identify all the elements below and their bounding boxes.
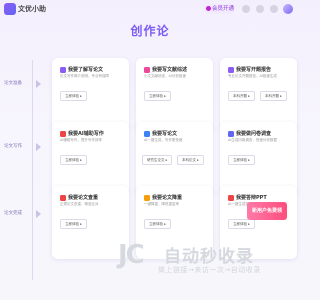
watermark-logo: JC	[118, 240, 145, 270]
app-logo-icon[interactable]	[4, 3, 16, 15]
card-title: 我要写文献综述	[152, 67, 188, 73]
app-name[interactable]: 文优小助	[18, 4, 46, 14]
timeline-label-writing: 论文写作	[4, 144, 22, 149]
card-desc: 正规论文查重，精准比对	[60, 202, 99, 206]
card-icon	[228, 195, 234, 201]
card-title: 我要写开题报告	[236, 67, 272, 73]
card-literature-review[interactable]: 我要写文献综述 小文文献综述，AI分析极速 立即体验 ▸	[136, 58, 213, 131]
proposal-button-2[interactable]: 本科开题 ▸	[260, 91, 287, 101]
card-desc: 小文文献综述，AI分析极速	[144, 74, 186, 78]
try-button[interactable]: 立即体验 ▸	[60, 155, 87, 165]
card-desc: 专业论文开题报告，AI极速生成	[228, 74, 277, 78]
vip-button[interactable]: 会员开通	[205, 4, 235, 14]
card-proposal[interactable]: 我要写开题报告 专业论文开题报告，AI极速生成 本科开题 ▸ 本科开题 ▸	[220, 58, 297, 131]
timeline-label-prepare: 论文准备	[4, 81, 22, 86]
settings-icon[interactable]	[270, 5, 278, 13]
watermark-title: 自动秒收录	[164, 247, 254, 267]
message-icon[interactable]	[256, 5, 264, 13]
timeline-arrow	[36, 80, 41, 88]
card-icon	[60, 195, 66, 201]
vip-label: 会员开通	[211, 6, 234, 12]
notification-icon[interactable]	[242, 5, 250, 13]
card-title: 我要答辩PPT	[236, 195, 267, 201]
new-user-promo-badge[interactable]: 新用户免费领	[247, 202, 287, 220]
card-desc: AI一键生成，写作更快速	[144, 138, 183, 142]
page-title: 创作论	[130, 24, 170, 38]
card-icon	[144, 131, 150, 137]
card-icon	[60, 67, 66, 73]
vip-icon	[205, 5, 211, 11]
card-survey[interactable]: 我要做问卷调查 AI生成问卷调查，快速分析数据 立即体验 ▸	[220, 122, 297, 195]
card-icon	[144, 195, 150, 201]
watermark: JC 自动秒收录 做上链接→来访一次→自动收录	[118, 238, 278, 286]
graduate-thesis-button[interactable]: 研究生论文 ▸	[142, 155, 173, 165]
card-title: 我要AI辅助写作	[68, 131, 104, 137]
try-button[interactable]: 立即体验 ▸	[228, 219, 255, 229]
card-title: 我要做问卷调查	[236, 131, 272, 137]
card-learn-thesis[interactable]: 我要了解写论文 论文写作简介说明，专业有保障 立即体验 ▸	[52, 58, 129, 131]
card-desc: 一键降重，降低重复率	[144, 202, 179, 206]
card-icon	[228, 67, 234, 73]
card-desc: AI辅助写作，提升写作效率	[60, 138, 102, 142]
try-button[interactable]: 立即体验 ▸	[228, 155, 255, 165]
card-write-thesis[interactable]: 我要写论文 AI一键生成，写作更快速 研究生论文 ▸ 本科论文 ▸	[136, 122, 213, 195]
watermark-subtitle: 做上链接→来访一次→自动收录	[158, 266, 261, 274]
undergrad-thesis-button[interactable]: 本科论文 ▸	[177, 155, 204, 165]
card-desc: AI生成问卷调查，快速分析数据	[228, 138, 277, 142]
card-desc: 论文写作简介说明，专业有保障	[60, 74, 109, 78]
card-title: 我要论文查重	[68, 195, 99, 201]
try-button[interactable]: 立即体验 ▸	[144, 91, 171, 101]
try-button[interactable]: 立即体验 ▸	[60, 219, 87, 229]
proposal-button-1[interactable]: 本科开题 ▸	[228, 91, 255, 101]
card-title: 我要论文降重	[152, 195, 183, 201]
card-title: 我要写论文	[152, 131, 178, 137]
timeline-arrow	[36, 143, 41, 151]
timeline-label-done: 论文完成	[4, 211, 22, 216]
top-bar: 文优小助 会员开通	[0, 0, 300, 18]
try-button[interactable]: 立即体验 ▸	[60, 91, 87, 101]
card-icon	[228, 131, 234, 137]
card-icon	[60, 131, 66, 137]
try-button[interactable]: 立即体验 ▸	[144, 219, 171, 229]
card-title: 我要了解写论文	[68, 67, 104, 73]
card-ai-assist[interactable]: 我要AI辅助写作 AI辅助写作，提升写作效率 立即体验 ▸	[52, 122, 129, 195]
timeline-line	[32, 60, 33, 280]
card-icon	[144, 67, 150, 73]
timeline-arrow	[36, 210, 41, 218]
avatar[interactable]	[283, 4, 293, 14]
